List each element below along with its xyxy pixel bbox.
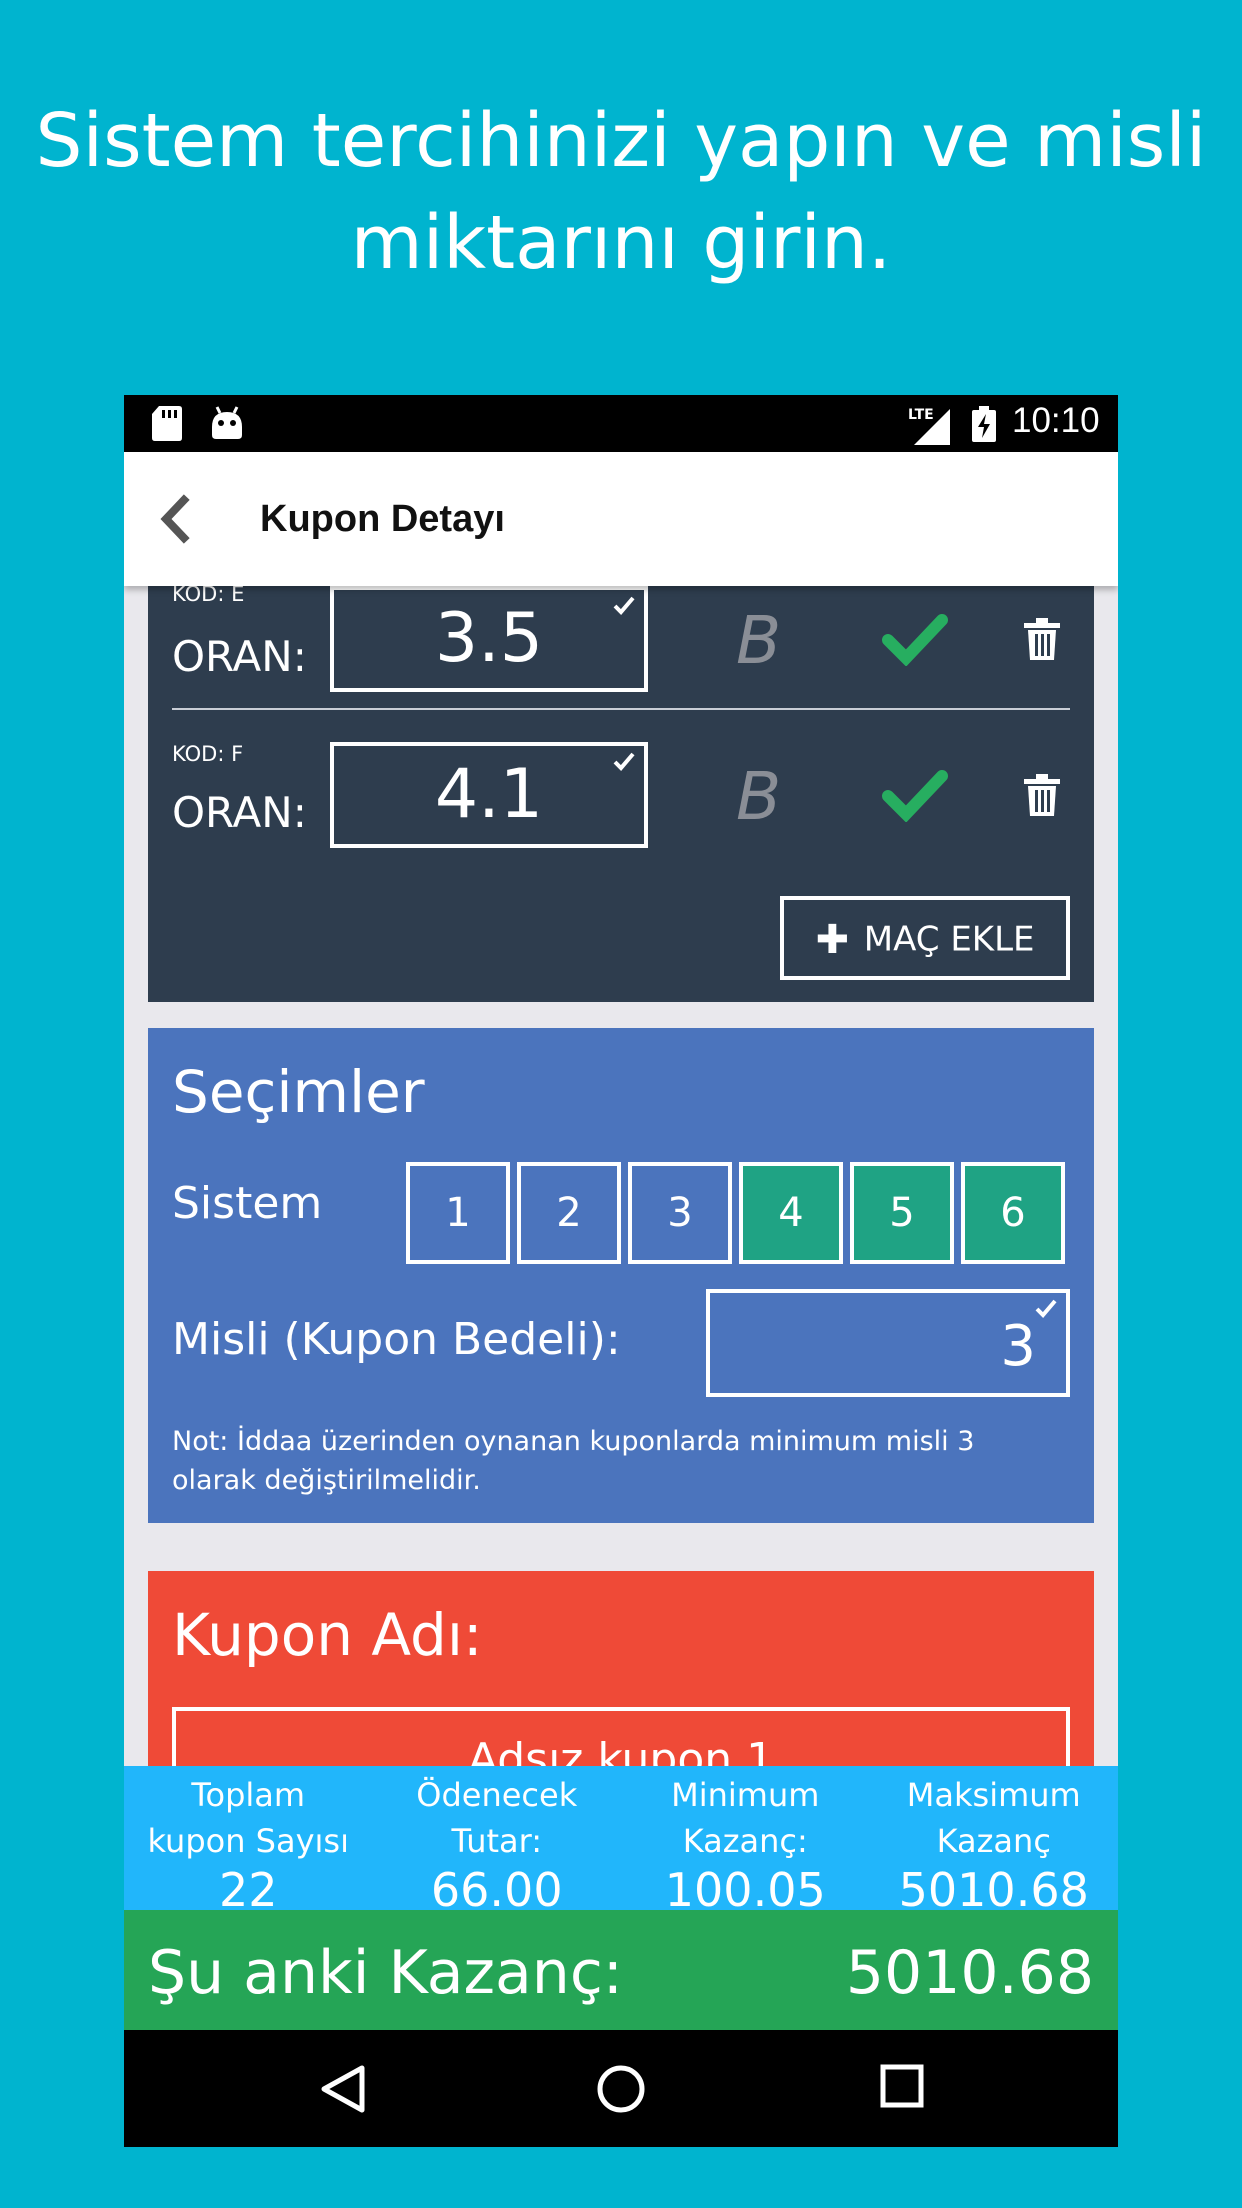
total-coupons-stat: Toplam kupon Sayısı 22: [147, 1776, 349, 1917]
promo-line-1: Sistem tercihinizi yapın ve misli: [35, 98, 1207, 184]
delete-trash-icon[interactable]: [1024, 774, 1060, 816]
coupon-name-input[interactable]: Adsız kupon 1: [172, 1707, 1070, 1766]
svg-text:LTE: LTE: [908, 407, 934, 423]
payable-amount-stat: Ödenecek Tutar: 66.00: [416, 1776, 578, 1917]
phone-screen: LTE 10:10 Kupon Detayı KOD: E ORAN: 3.5 …: [124, 395, 1118, 2147]
current-win-value: 5010.68: [845, 1938, 1094, 2008]
back-arrow-icon[interactable]: [154, 494, 194, 544]
system-option-4[interactable]: 4: [739, 1162, 843, 1264]
system-option-3[interactable]: 3: [628, 1162, 732, 1264]
system-option-6[interactable]: 6: [961, 1162, 1065, 1264]
system-option-1[interactable]: 1: [406, 1162, 510, 1264]
confirm-check-icon[interactable]: [882, 612, 948, 666]
match-code: KOD: E: [172, 586, 245, 606]
selections-panel: Seçimler Sistem 1 2 3 4 5 6 Misli (Kupon…: [148, 1028, 1094, 1523]
nav-back-icon[interactable]: [320, 2064, 366, 2114]
summary-bar: Toplam kupon Sayısı 22 Ödenecek Tutar: 6…: [124, 1766, 1118, 1917]
stake-label: Misli (Kupon Bedeli):: [172, 1314, 621, 1365]
status-time: 10:10: [1012, 401, 1100, 440]
promo-caption: Sistem tercihinizi yapın ve misli miktar…: [0, 90, 1242, 294]
sd-card-icon: [152, 406, 182, 441]
minimum-win-stat: Minimum Kazanç: 100.05: [664, 1776, 826, 1917]
app-bar: Kupon Detayı: [124, 452, 1118, 586]
plus-icon: ✚: [815, 916, 849, 963]
input-check-icon: [1035, 1299, 1057, 1318]
lte-signal-icon: LTE: [908, 407, 950, 445]
match-row: KOD: F ORAN: 4.1 B: [172, 742, 1072, 882]
nav-home-icon[interactable]: [596, 2064, 646, 2114]
system-option-2[interactable]: 2: [517, 1162, 621, 1264]
promo-line-2: miktarını girin.: [350, 200, 892, 286]
odds-label: ORAN:: [172, 632, 307, 681]
confirm-check-icon[interactable]: [882, 768, 948, 822]
status-bar: LTE 10:10: [124, 395, 1118, 452]
odds-input[interactable]: 4.1: [330, 742, 648, 848]
matches-panel: KOD: E ORAN: 3.5 B KOD: F ORAN: 4.1 B ✚ …: [148, 586, 1094, 1002]
add-match-label: MAÇ EKLE: [863, 919, 1035, 960]
add-match-button[interactable]: ✚ MAÇ EKLE: [780, 896, 1070, 980]
delete-trash-icon[interactable]: [1024, 618, 1060, 660]
bank-toggle[interactable]: B: [736, 758, 781, 835]
coupon-name-panel: Kupon Adı: Adsız kupon 1: [148, 1571, 1094, 1766]
input-check-icon: [613, 752, 635, 771]
selections-title: Seçimler: [172, 1058, 425, 1126]
page-title: Kupon Detayı: [260, 498, 505, 540]
bank-toggle[interactable]: B: [736, 602, 781, 679]
input-check-icon: [613, 596, 635, 615]
odds-input[interactable]: 3.5: [330, 586, 648, 692]
system-option-5[interactable]: 5: [850, 1162, 954, 1264]
current-win-bar: Şu anki Kazanç: 5010.68: [124, 1910, 1118, 2030]
match-code: KOD: F: [172, 742, 244, 766]
android-icon: [212, 406, 242, 439]
system-label: Sistem: [172, 1178, 323, 1229]
current-win-label: Şu anki Kazanç:: [148, 1938, 624, 2008]
content-scroll[interactable]: KOD: E ORAN: 3.5 B KOD: F ORAN: 4.1 B ✚ …: [124, 586, 1118, 1766]
stake-note: Not: İddaa üzerinden oynanan kuponlarda …: [172, 1426, 975, 1496]
nav-recents-icon[interactable]: [880, 2064, 924, 2108]
row-divider: [172, 708, 1070, 710]
odds-label: ORAN:: [172, 788, 307, 837]
coupon-name-title: Kupon Adı:: [172, 1601, 483, 1669]
match-row: KOD: E ORAN: 3.5 B: [172, 586, 1072, 726]
navigation-bar: [124, 2030, 1118, 2147]
battery-charging-icon: [972, 406, 996, 442]
stake-input[interactable]: 3: [706, 1289, 1070, 1397]
maximum-win-stat: Maksimum Kazanç 5010.68: [898, 1776, 1089, 1917]
